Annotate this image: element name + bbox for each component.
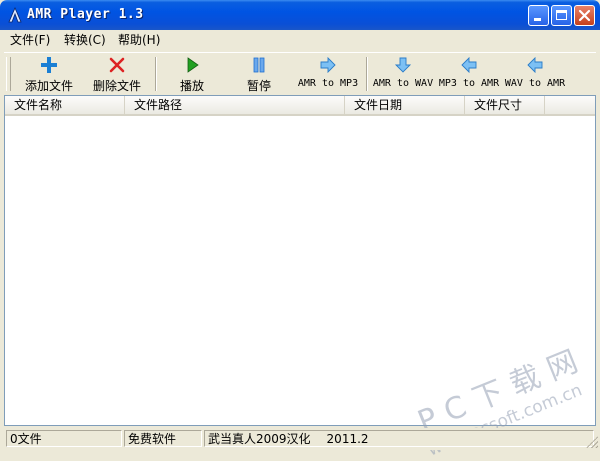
delete-icon xyxy=(109,57,125,73)
menu-file[interactable]: 文件(F) xyxy=(9,32,51,48)
list-body[interactable] xyxy=(5,116,595,425)
pause-icon xyxy=(253,57,265,73)
toolbar-separator xyxy=(155,57,157,91)
amr-to-wav-button[interactable]: AMR to WAV xyxy=(370,55,436,93)
menu-convert[interactable]: 转换(C) xyxy=(63,32,107,48)
minimize-button[interactable] xyxy=(528,5,549,26)
amr-to-wav-label: AMR to WAV xyxy=(372,78,434,89)
arrow-down-icon xyxy=(394,57,412,73)
arrow-left-icon xyxy=(461,56,477,74)
close-icon xyxy=(578,9,591,22)
remove-file-button[interactable]: 删除文件 xyxy=(86,55,148,93)
column-header-path[interactable]: 文件路径 xyxy=(125,96,345,114)
list-header: 文件名称 文件路径 文件日期 文件尺寸 xyxy=(5,96,595,116)
column-header-name[interactable]: 文件名称 xyxy=(5,96,125,114)
add-file-button[interactable]: 添加文件 xyxy=(18,55,80,93)
close-button[interactable] xyxy=(574,5,595,26)
status-bar: 0文件 免费软件 武当真人2009汉化 2011.2 xyxy=(0,428,600,450)
menu-help[interactable]: 帮助(H) xyxy=(117,32,161,48)
window-title: AMR Player 1.3 xyxy=(27,7,144,22)
status-info: 武当真人2009汉化 2011.2 xyxy=(204,430,594,447)
pause-button[interactable]: 暂停 xyxy=(230,55,288,93)
maximize-icon xyxy=(556,10,567,20)
status-file-count: 0文件 xyxy=(6,430,122,447)
minimize-icon xyxy=(534,18,541,21)
menu-bar: 文件(F) 转换(C) 帮助(H) xyxy=(0,30,600,50)
status-translator: 武当真人2009汉化 xyxy=(208,432,311,446)
column-header-size[interactable]: 文件尺寸 xyxy=(465,96,545,114)
toolbar-separator xyxy=(366,57,368,91)
wav-to-amr-label: WAV to AMR xyxy=(504,78,566,89)
play-icon xyxy=(187,57,199,73)
remove-file-label: 删除文件 xyxy=(92,79,141,93)
file-list[interactable]: 文件名称 文件路径 文件日期 文件尺寸 xyxy=(4,95,596,426)
column-header-date[interactable]: 文件日期 xyxy=(345,96,465,114)
amr-to-mp3-label: AMR to MP3 xyxy=(297,78,359,89)
title-bar[interactable]: AMR Player 1.3 xyxy=(0,0,600,30)
maximize-button[interactable] xyxy=(551,5,572,26)
play-button[interactable]: 播放 xyxy=(164,55,220,93)
status-license: 免费软件 xyxy=(124,430,202,447)
add-icon xyxy=(41,57,57,73)
arrow-left-icon xyxy=(527,56,543,74)
amr-player-icon xyxy=(8,7,22,23)
toolbar: 添加文件 删除文件 播放 暂停 AMR to MP3 AMR to WAV MP… xyxy=(4,52,596,96)
wav-to-amr-button[interactable]: WAV to AMR xyxy=(502,55,568,93)
amr-to-mp3-button[interactable]: AMR to MP3 xyxy=(294,55,362,93)
play-label: 播放 xyxy=(179,79,204,93)
resize-grip[interactable] xyxy=(586,436,598,448)
pause-label: 暂停 xyxy=(246,79,271,93)
add-file-label: 添加文件 xyxy=(24,79,73,93)
mp3-to-amr-label: MP3 to AMR xyxy=(438,78,500,89)
toolbar-grip[interactable] xyxy=(6,57,11,91)
mp3-to-amr-button[interactable]: MP3 to AMR xyxy=(436,55,502,93)
arrow-right-icon xyxy=(320,56,336,74)
status-version-date: 2011.2 xyxy=(326,432,369,446)
